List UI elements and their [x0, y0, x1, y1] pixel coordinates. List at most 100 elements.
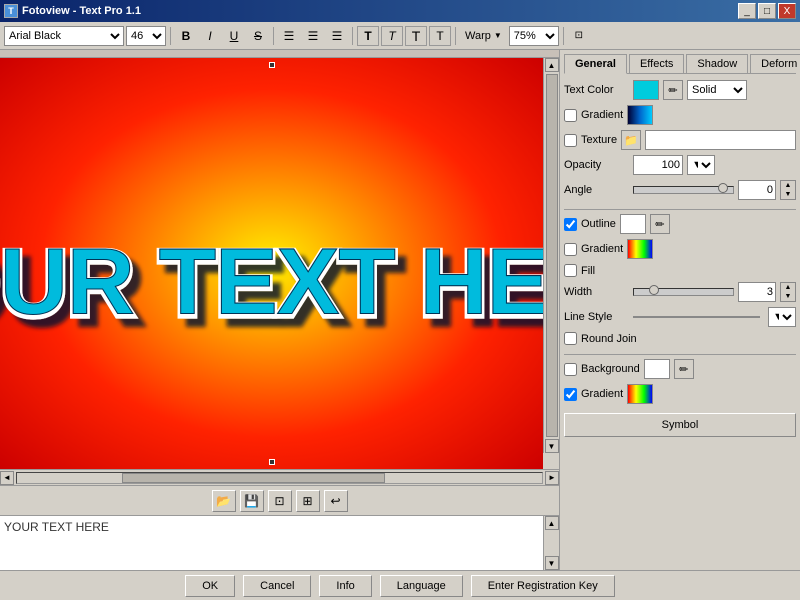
width-spinner[interactable]: ▲ ▼ [780, 282, 796, 302]
toolbar-separator-4 [455, 27, 456, 45]
maximize-button[interactable]: □ [758, 3, 776, 19]
fill-checkbox[interactable] [564, 264, 577, 277]
warped-text-svg: YOUR TEXT HERE YOUR TEXT HERE [0, 58, 543, 469]
background-checkbox[interactable] [564, 363, 577, 376]
align-right-button[interactable]: ☰ [326, 26, 348, 46]
angle-input[interactable] [738, 180, 776, 200]
tab-shadow[interactable]: Shadow [686, 54, 748, 73]
minimize-button[interactable]: _ [738, 3, 756, 19]
text-input-vscrollbar: ▲ ▼ [543, 516, 559, 570]
background-label: Background [581, 363, 640, 375]
hscroll-thumb[interactable] [122, 473, 385, 483]
font-selector[interactable]: Arial Black [4, 26, 124, 46]
background-color-swatch[interactable] [644, 359, 670, 379]
texture-label: Texture [581, 134, 617, 146]
text-style-4-button[interactable]: T [429, 26, 451, 46]
symbol-button[interactable]: Symbol [564, 413, 796, 437]
round-join-checkbox[interactable] [564, 332, 577, 345]
resize-button[interactable]: ⊡ [268, 490, 292, 512]
tab-effects[interactable]: Effects [629, 54, 684, 73]
hscroll-right-button[interactable]: ► [545, 471, 559, 485]
ok-button[interactable]: OK [185, 575, 235, 597]
right-panel: General Effects Shadow Deform Text Color… [560, 50, 800, 570]
open-file-button[interactable]: 📂 [212, 490, 236, 512]
gradient1-swatch[interactable] [627, 105, 653, 125]
line-style-row: Line Style ▼ [564, 307, 796, 327]
background-eyedropper[interactable]: ✏ [674, 359, 694, 379]
text-vscroll-up[interactable]: ▲ [545, 516, 559, 530]
canvas-wrapper: YOUR TEXT HERE YOUR TEXT HERE ▲ ▼ [0, 58, 559, 469]
text-color-style-dropdown[interactable]: Solid [687, 80, 747, 100]
angle-slider-thumb[interactable] [718, 183, 728, 193]
register-button[interactable]: Enter Registration Key [471, 575, 615, 597]
fill-row: Fill [564, 264, 796, 277]
outline-gradient-row: Gradient [564, 239, 796, 259]
hscroll-left-button[interactable]: ◄ [0, 471, 14, 485]
selection-handle-top[interactable] [269, 62, 275, 68]
save-file-button[interactable]: 💾 [240, 490, 264, 512]
canvas-image[interactable]: YOUR TEXT HERE YOUR TEXT HERE [0, 58, 543, 469]
language-button[interactable]: Language [380, 575, 463, 597]
round-join-row: Round Join [564, 332, 796, 345]
app-icon: T [4, 4, 18, 18]
hscroll-track [16, 472, 543, 484]
width-spin-down[interactable]: ▼ [781, 292, 795, 301]
selection-handle-bottom[interactable] [269, 459, 275, 465]
outline-color-swatch[interactable] [620, 214, 646, 234]
vscroll-thumb[interactable] [546, 74, 558, 437]
gradient1-checkbox[interactable] [564, 109, 577, 122]
expand-button[interactable]: ⊞ [296, 490, 320, 512]
width-input[interactable] [738, 282, 776, 302]
text-style-3-button[interactable]: T [405, 26, 427, 46]
vscroll-up-button[interactable]: ▲ [545, 58, 559, 72]
zoom-selector[interactable]: 75% 50% 100% [509, 26, 559, 46]
align-center-button[interactable]: ☰ [302, 26, 324, 46]
strikethrough-button[interactable]: S [247, 26, 269, 46]
text-editor[interactable]: YOUR TEXT HERE [0, 516, 543, 570]
warp-button[interactable]: Warp ▼ [460, 26, 507, 46]
cancel-button[interactable]: Cancel [243, 575, 311, 597]
text-vscroll-down[interactable]: ▼ [545, 556, 559, 570]
underline-button[interactable]: U [223, 26, 245, 46]
main-toolbar: Arial Black 46 B I U S ☰ ☰ ☰ T T T T War… [0, 22, 800, 50]
outline-checkbox[interactable] [564, 218, 577, 231]
text-style-1-button[interactable]: T [357, 26, 379, 46]
background-row: Background ✏ [564, 359, 796, 379]
bg-gradient-label: Gradient [581, 388, 623, 400]
angle-spin-down[interactable]: ▼ [781, 190, 795, 199]
texture-preview [645, 130, 796, 150]
line-style-dropdown[interactable]: ▼ [768, 307, 796, 327]
opacity-dropdown[interactable]: ▼ [687, 155, 715, 175]
align-left-button[interactable]: ☰ [278, 26, 300, 46]
vscroll-down-button[interactable]: ▼ [545, 439, 559, 453]
texture-checkbox[interactable] [564, 134, 577, 147]
title-bar: T Fotoview - Text Pro 1.1 _ □ X [0, 0, 800, 22]
width-slider-thumb[interactable] [649, 285, 659, 295]
outline-gradient-swatch[interactable] [627, 239, 653, 259]
font-size-selector[interactable]: 46 [126, 26, 166, 46]
bg-gradient-checkbox[interactable] [564, 388, 577, 401]
tab-deform[interactable]: Deform [750, 54, 800, 73]
fullscreen-button[interactable]: ⊡ [568, 26, 590, 46]
tab-general[interactable]: General [564, 54, 627, 74]
width-label: Width [564, 286, 629, 298]
outline-gradient-checkbox[interactable] [564, 243, 577, 256]
text-color-eyedropper[interactable]: ✏ [663, 80, 683, 100]
opacity-row: Opacity ▼ [564, 155, 796, 175]
canvas-area: YOUR TEXT HERE YOUR TEXT HERE ▲ ▼ [0, 50, 560, 570]
info-button[interactable]: Info [319, 575, 371, 597]
undo-button[interactable]: ↩ [324, 490, 348, 512]
opacity-input[interactable] [633, 155, 683, 175]
text-style-2-button[interactable]: T [381, 26, 403, 46]
bold-button[interactable]: B [175, 26, 197, 46]
outline-eyedropper[interactable]: ✏ [650, 214, 670, 234]
italic-button[interactable]: I [199, 26, 221, 46]
angle-spin-up[interactable]: ▲ [781, 181, 795, 190]
divider-2 [564, 354, 796, 355]
angle-spinner[interactable]: ▲ ▼ [780, 180, 796, 200]
close-button[interactable]: X [778, 3, 796, 19]
bg-gradient-swatch[interactable] [627, 384, 653, 404]
text-color-swatch[interactable] [633, 80, 659, 100]
width-spin-up[interactable]: ▲ [781, 283, 795, 292]
texture-folder-button[interactable]: 📁 [621, 130, 641, 150]
